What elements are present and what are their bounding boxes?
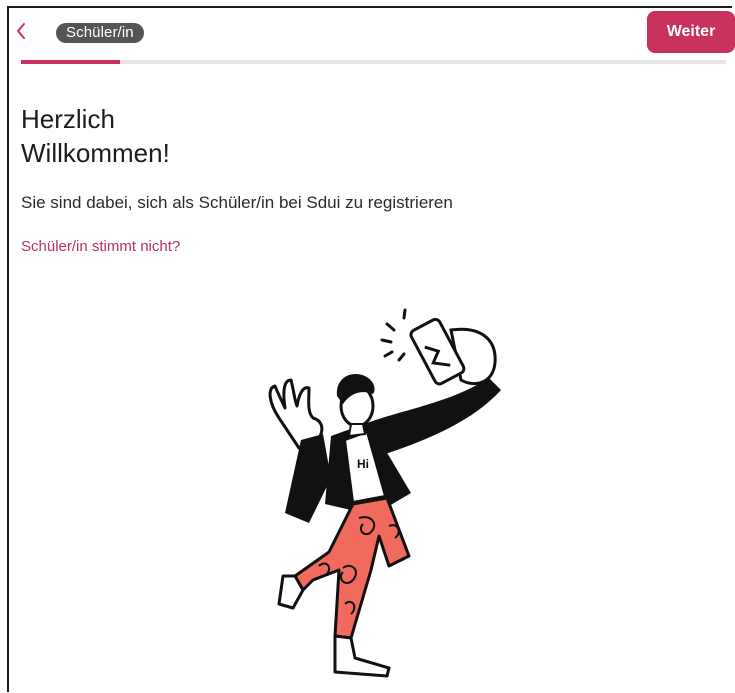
app-frame: Schüler/in Weiter Herzlich Willkommen! S… [7, 6, 735, 692]
role-chip: Schüler/in [56, 23, 144, 43]
progress-bar [21, 60, 726, 64]
shirt-text: Hi [357, 457, 369, 471]
top-bar: Schüler/in Weiter [9, 8, 735, 60]
next-button[interactable]: Weiter [647, 11, 735, 53]
back-button[interactable] [11, 17, 31, 45]
page-subtitle: Sie sind dabei, sich als Schüler/in bei … [21, 193, 453, 212]
progress-fill [21, 60, 120, 64]
chevron-left-icon [17, 23, 25, 39]
selfie-person-illustration: Hi [268, 308, 501, 678]
phone-icon [409, 317, 466, 386]
wrong-role-link[interactable]: Schüler/in stimmt nicht? [21, 238, 180, 255]
page-title: Herzlich Willkommen! [21, 104, 170, 168]
flash-lines [380, 308, 407, 362]
